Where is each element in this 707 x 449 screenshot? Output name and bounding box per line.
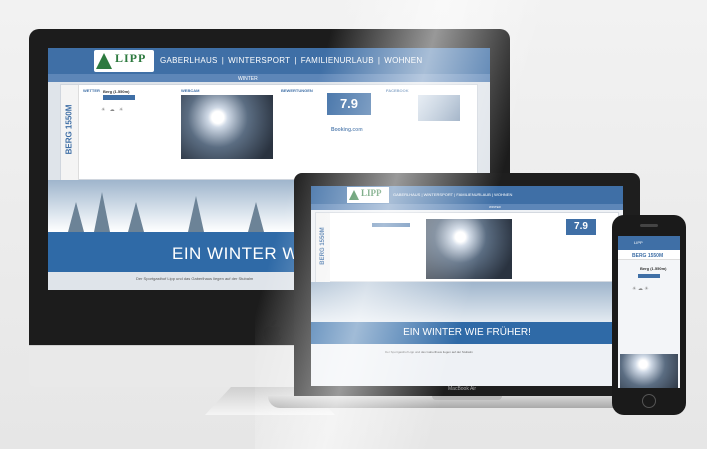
m-subnav-winter[interactable]: WINTER	[489, 205, 501, 209]
m-intro-text: Der Sportgasthof Lipp und das Gaberlhaus…	[385, 350, 473, 354]
iphone-speaker	[640, 224, 658, 227]
p-webcam-image[interactable]	[620, 354, 678, 388]
subnav-winter[interactable]: WINTER	[238, 76, 258, 82]
nav-wintersport[interactable]: WINTERSPORT	[228, 56, 290, 65]
nav-divider: |	[377, 56, 381, 65]
m-nav-wintersport[interactable]: WINTERSPORT	[424, 192, 453, 197]
p-weather-icons: ☀ ☁ ☀	[632, 286, 649, 292]
side-tab[interactable]: BERG 1550M	[61, 85, 79, 181]
m-rating-value: 7.9	[574, 221, 588, 232]
apple-logo-icon	[263, 320, 282, 343]
p-logo-text[interactable]: LIPP	[634, 240, 643, 245]
m-subnav-bar	[311, 204, 623, 210]
rating-label: BEWERTUNGEN	[281, 88, 313, 93]
m-snow-hero	[311, 282, 623, 322]
m-webcam-image[interactable]	[426, 219, 512, 279]
m-nav-familienurlaub[interactable]: FAMILIENURLAUB	[456, 192, 490, 197]
facebook-image[interactable]	[418, 95, 460, 121]
webcam-image[interactable]	[181, 95, 273, 159]
webcam-label: WEBCAM	[181, 88, 200, 93]
macbook-notch	[432, 396, 502, 400]
facebook-label: FACEBOOK	[386, 88, 409, 93]
macbook-screen: LIPP GABERLHAUS | WINTERSPORT | FAMILIEN…	[311, 186, 623, 386]
logo-text: LIPP	[115, 51, 147, 65]
nav-divider: |	[294, 56, 297, 65]
booking-link[interactable]: Booking.com	[331, 127, 363, 133]
m-hero-banner-text: EIN WINTER WIE FRÜHER!	[403, 327, 531, 338]
m-nav-gaberlhaus[interactable]: GABERLHAUS	[393, 192, 420, 197]
p-tab-berg[interactable]: BERG 1550M	[632, 253, 663, 259]
p-weather-pill	[638, 274, 660, 278]
side-tab-label: BERG 1550M	[64, 104, 74, 155]
m-side-tab[interactable]: BERG 1550M	[316, 213, 330, 283]
m-nav-divider: |	[421, 192, 423, 197]
m-info-panel: BERG 1550M 7.9	[315, 212, 619, 283]
info-panel: BERG 1550M WETTER Berg (1.550m) ☀ ☁ ☀ WE…	[60, 84, 478, 181]
main-nav: GABERLHAUS | WINTERSPORT | FAMILIENURLAUB | WO…	[160, 56, 426, 65]
mountain-icon	[349, 190, 359, 200]
m-side-tab-label: BERG 1550M	[320, 227, 326, 265]
mountain-icon	[96, 53, 112, 69]
nav-gaberlhaus[interactable]: GABERLHAUS	[160, 56, 218, 65]
weather-label: WETTER	[83, 88, 100, 93]
m-site-logo[interactable]: LIPP	[347, 187, 389, 203]
iphone-home-button[interactable]	[642, 394, 656, 408]
macbook-label: MacBook Air	[448, 386, 477, 392]
m-nav-divider: |	[491, 192, 493, 197]
p-site-header	[618, 236, 680, 250]
weather-icons: ☀ ☁ ☀	[101, 107, 124, 113]
m-nav-wohnen[interactable]: WOHNEN	[494, 192, 512, 197]
nav-familienurlaub[interactable]: FAMILIENURLAUB	[301, 56, 374, 65]
site-logo[interactable]: LIPP	[94, 50, 154, 72]
nav-divider: |	[221, 56, 225, 65]
weather-title: Berg (1.550m)	[103, 89, 130, 94]
rating-value: 7.9	[339, 96, 359, 111]
subnav-bar	[48, 74, 490, 82]
m-logo-text: LIPP	[361, 188, 382, 198]
nav-wohnen[interactable]: WOHNEN	[384, 56, 422, 65]
m-weather-pill	[372, 223, 410, 227]
iphone-screen: LIPP BERG 1550M Berg (1.550m) ☀ ☁ ☀	[618, 236, 680, 388]
weather-pill	[103, 95, 135, 100]
p-weather-title: Berg (1.550m)	[640, 266, 667, 271]
m-main-nav: GABERLHAUS | WINTERSPORT | FAMILIENURLAU…	[393, 192, 512, 197]
